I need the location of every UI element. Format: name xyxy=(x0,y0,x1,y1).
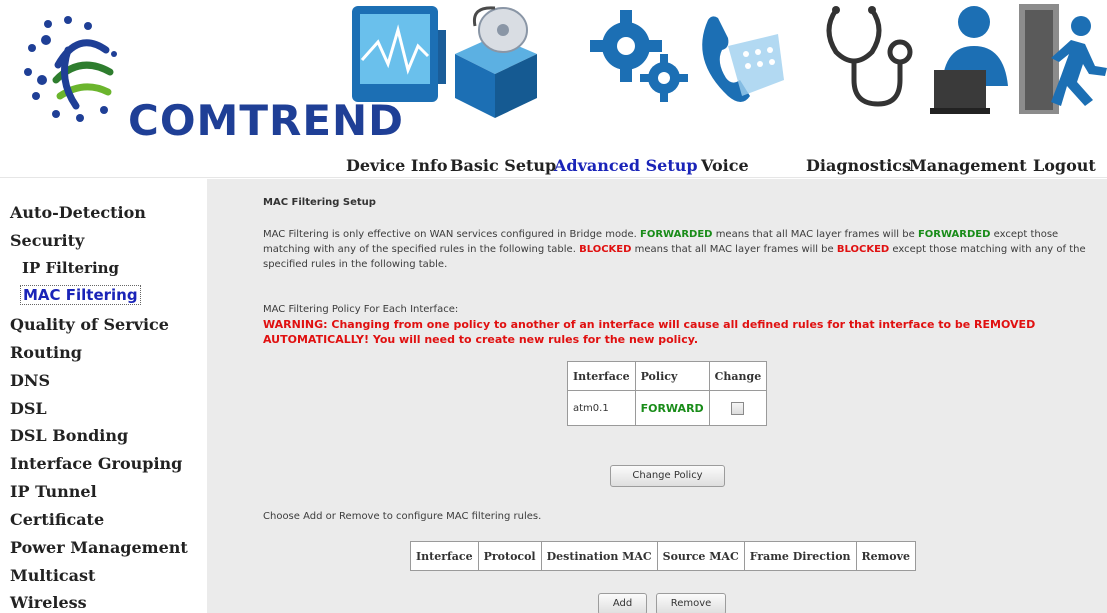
sidebar-item-routing[interactable]: Routing xyxy=(10,343,82,362)
blocked-keyword: BLOCKED xyxy=(836,244,890,255)
column-header: Interface xyxy=(567,361,636,391)
sidebar-item-power-management[interactable]: Power Management xyxy=(10,538,188,557)
phone-icon xyxy=(702,16,784,102)
desc-part: means that all MAC layer frames will be xyxy=(634,244,834,255)
nav-voice[interactable]: Voice xyxy=(701,156,749,175)
sidebar-item-dns[interactable]: DNS xyxy=(10,371,50,390)
rules-hint: Choose Add or Remove to configure MAC fi… xyxy=(263,511,542,522)
main-panel: MAC Filtering Setup MAC Filtering is onl… xyxy=(207,179,1107,613)
stethoscope-icon xyxy=(826,6,913,107)
nav-advanced-setup[interactable]: Advanced Setup xyxy=(554,156,698,175)
desc-part: means that all MAC layer frames will be xyxy=(715,229,915,240)
sidebar-item-security[interactable]: Security xyxy=(10,231,84,250)
desc-part: MAC Filtering is only effective on WAN s… xyxy=(263,229,637,240)
change-cell xyxy=(708,390,768,426)
nav-diagnostics[interactable]: Diagnostics xyxy=(806,156,911,175)
sidebar-item-quality-of-service[interactable]: Quality of Service xyxy=(10,315,169,334)
policy-cell: FORWARD xyxy=(634,390,710,426)
sidebar-item-interface-grouping[interactable]: Interface Grouping xyxy=(10,454,182,473)
remove-button[interactable]: Remove xyxy=(656,593,726,613)
sidebar-item-mac-filtering[interactable]: MAC Filtering xyxy=(20,285,141,305)
policy-table: Interface Policy Change atm0.1 FORWARD xyxy=(567,361,768,426)
forwarded-keyword: FORWARDED xyxy=(917,229,991,240)
sidebar-item-multicast[interactable]: Multicast xyxy=(10,566,95,585)
sidebar-item-dsl[interactable]: DSL xyxy=(10,399,47,418)
disc-box-icon xyxy=(455,6,537,118)
sidebar-item-ip-tunnel[interactable]: IP Tunnel xyxy=(10,482,97,501)
rules-table: Interface Protocol Destination MAC Sourc… xyxy=(410,541,917,571)
exit-door-icon xyxy=(1019,4,1107,114)
column-header: Remove xyxy=(855,541,917,571)
policy-heading: MAC Filtering Policy For Each Interface: xyxy=(263,304,459,315)
page-title: MAC Filtering Setup xyxy=(263,197,376,208)
blocked-keyword: BLOCKED xyxy=(579,244,632,255)
nav-basic-setup[interactable]: Basic Setup xyxy=(450,156,556,175)
sidebar-item-auto-detection[interactable]: Auto-Detection xyxy=(10,203,146,222)
sidebar-item-certificate[interactable]: Certificate xyxy=(10,510,104,529)
table-row: atm0.1 FORWARD xyxy=(567,390,768,426)
column-header: Source MAC xyxy=(656,541,745,571)
column-header: Protocol xyxy=(477,541,542,571)
sidebar-item-ip-filtering[interactable]: IP Filtering xyxy=(22,259,119,277)
column-header: Frame Direction xyxy=(743,541,857,571)
monitor-graph-icon xyxy=(352,6,446,102)
table-header-row: Interface Protocol Destination MAC Sourc… xyxy=(410,541,917,571)
user-laptop-icon xyxy=(930,6,1008,114)
column-header: Destination MAC xyxy=(540,541,658,571)
description-text: MAC Filtering is only effective on WAN s… xyxy=(263,227,1093,272)
sidebar: Auto-Detection Security IP Filtering MAC… xyxy=(0,179,207,613)
column-header: Interface xyxy=(410,541,479,571)
change-policy-button[interactable]: Change Policy xyxy=(610,465,725,487)
header: COMTREND Device Info Basic Setup Advance… xyxy=(0,0,1107,178)
change-checkbox[interactable] xyxy=(731,401,745,415)
comtrend-logo: COMTREND xyxy=(18,10,403,150)
nav-management[interactable]: Management xyxy=(909,156,1027,175)
table-header-row: Interface Policy Change xyxy=(567,361,768,391)
sidebar-item-wireless[interactable]: Wireless xyxy=(10,593,87,612)
sidebar-item-dsl-bonding[interactable]: DSL Bonding xyxy=(10,426,128,445)
nav-device-info[interactable]: Device Info xyxy=(346,156,448,175)
interface-cell: atm0.1 xyxy=(567,390,636,426)
forwarded-keyword: FORWARDED xyxy=(640,229,713,240)
column-header: Policy xyxy=(634,361,710,391)
policy-warning: WARNING: Changing from one policy to ano… xyxy=(263,318,1036,346)
nav-logout[interactable]: Logout xyxy=(1033,156,1096,175)
add-button[interactable]: Add xyxy=(598,593,647,613)
gears-icon xyxy=(590,10,688,102)
column-header: Change xyxy=(708,361,768,391)
logo-swirl-icon xyxy=(24,16,117,122)
